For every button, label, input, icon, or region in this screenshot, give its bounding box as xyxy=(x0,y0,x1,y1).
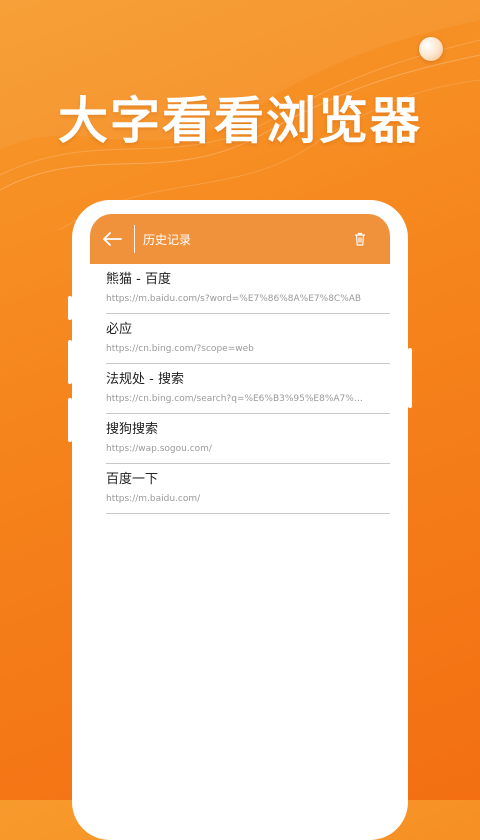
trash-icon xyxy=(355,232,365,246)
history-list: 熊猫 - 百度 https://m.baidu.com/s?word=%E7%8… xyxy=(90,264,390,514)
history-item-url: https://cn.bing.com/?scope=web xyxy=(106,344,254,354)
clear-history-button[interactable] xyxy=(350,229,370,249)
decorative-bubble xyxy=(419,37,443,61)
back-button[interactable] xyxy=(90,214,134,264)
history-item[interactable]: 法规处 - 搜索 https://cn.bing.com/search?q=%E… xyxy=(106,364,390,414)
history-item-title: 搜狗搜索 xyxy=(106,422,159,437)
phone-screen: 历史记录 熊猫 - 百度 https://m.baidu.com/s?word=… xyxy=(90,214,390,814)
page-title: 历史记录 xyxy=(143,232,192,247)
history-item[interactable]: 搜狗搜索 https://wap.sogou.com/ xyxy=(106,414,390,464)
history-item-url: https://m.baidu.com/s?word=%E7%86%8A%E7%… xyxy=(106,294,362,304)
history-item-title: 百度一下 xyxy=(106,472,159,487)
app-bar-divider xyxy=(134,225,135,253)
phone-side-button xyxy=(68,340,72,384)
history-item[interactable]: 熊猫 - 百度 https://m.baidu.com/s?word=%E7%8… xyxy=(106,264,390,314)
history-item-title: 法规处 - 搜索 xyxy=(106,372,184,387)
app-bar: 历史记录 xyxy=(90,214,390,264)
promo-title: 大字看看浏览器 xyxy=(58,92,422,150)
phone-side-button xyxy=(68,398,72,442)
history-item-title: 必应 xyxy=(106,322,133,337)
history-item-title: 熊猫 - 百度 xyxy=(106,272,171,287)
phone-side-button xyxy=(68,296,72,320)
history-item[interactable]: 百度一下 https://m.baidu.com/ xyxy=(106,464,390,514)
arrow-left-icon xyxy=(103,232,122,246)
history-item-url: https://m.baidu.com/ xyxy=(106,494,201,504)
history-item-url: https://wap.sogou.com/ xyxy=(106,444,212,454)
history-item[interactable]: 必应 https://cn.bing.com/?scope=web xyxy=(106,314,390,364)
history-item-url: https://cn.bing.com/search?q=%E6%B3%95%E… xyxy=(106,394,366,404)
phone-side-button xyxy=(408,348,412,408)
